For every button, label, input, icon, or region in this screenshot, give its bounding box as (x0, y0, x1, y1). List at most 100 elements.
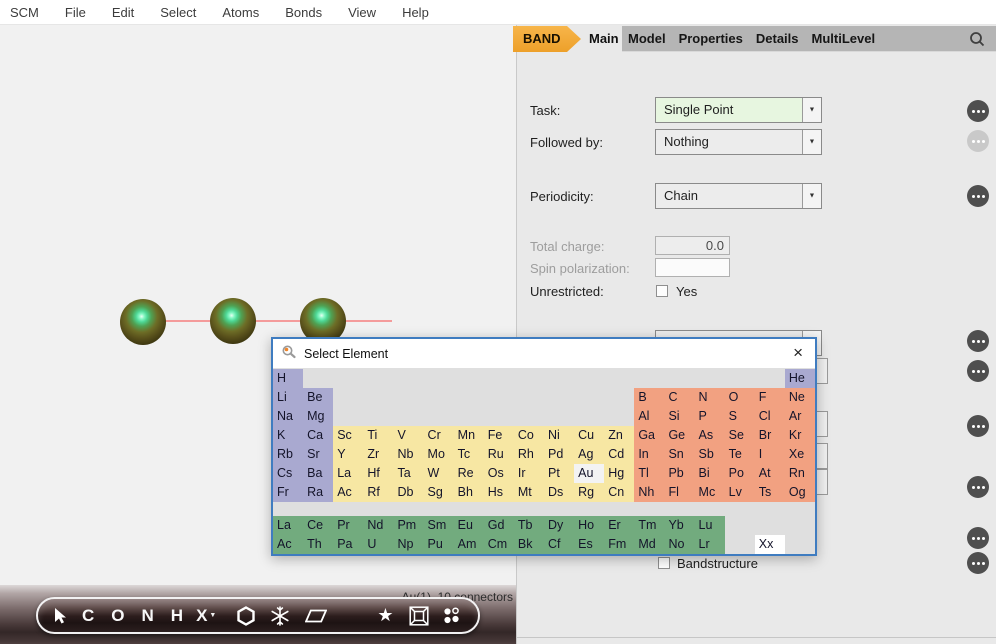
gold-atom-1[interactable] (120, 299, 166, 345)
search-icon[interactable] (968, 30, 986, 51)
element-Al[interactable]: Al (634, 407, 664, 426)
element-Kr[interactable]: Kr (785, 426, 815, 445)
bandstructure-checkbox[interactable] (658, 557, 670, 569)
element-Ac[interactable]: Ac (273, 535, 303, 554)
element-Ba[interactable]: Ba (303, 464, 333, 483)
dropdown-arrow-icon[interactable] (802, 130, 821, 154)
element-Fe[interactable]: Fe (484, 426, 514, 445)
close-icon[interactable]: × (793, 342, 803, 364)
plane-icon[interactable] (305, 608, 327, 624)
task-more-options-button[interactable] (967, 100, 989, 122)
element-Pm[interactable]: Pm (393, 516, 423, 535)
element-Sr[interactable]: Sr (303, 445, 333, 464)
element-Ru[interactable]: Ru (484, 445, 514, 464)
element-Eu[interactable]: Eu (454, 516, 484, 535)
element-Ga[interactable]: Ga (634, 426, 664, 445)
menu-item-view[interactable]: View (348, 5, 376, 20)
element-Cl[interactable]: Cl (755, 407, 785, 426)
gold-atom-2[interactable] (210, 298, 256, 344)
element-Cd[interactable]: Cd (604, 445, 634, 464)
menu-item-file[interactable]: File (65, 5, 86, 20)
element-La[interactable]: La (273, 516, 303, 535)
element-Mc[interactable]: Mc (695, 483, 725, 502)
menu-item-bonds[interactable]: Bonds (285, 5, 322, 20)
element-I[interactable]: I (755, 445, 785, 464)
element-He[interactable]: He (785, 369, 815, 388)
element-Hf[interactable]: Hf (363, 464, 393, 483)
element-Si[interactable]: Si (664, 407, 694, 426)
snowflake-icon[interactable] (270, 606, 290, 626)
tab-model[interactable]: Model (628, 31, 666, 46)
element-Bk[interactable]: Bk (514, 535, 544, 554)
element-Rg[interactable]: Rg (574, 483, 604, 502)
element-Es[interactable]: Es (574, 535, 604, 554)
spin-polarization-input[interactable] (655, 258, 730, 277)
element-Rn[interactable]: Rn (785, 464, 815, 483)
element-Xx[interactable]: Xx (755, 535, 785, 554)
element-Tb[interactable]: Tb (514, 516, 544, 535)
element-Ho[interactable]: Ho (574, 516, 604, 535)
element-Ge[interactable]: Ge (664, 426, 694, 445)
element-Ni[interactable]: Ni (544, 426, 574, 445)
dropdown-arrow-icon[interactable] (802, 184, 821, 208)
element-Co[interactable]: Co (514, 426, 544, 445)
element-B[interactable]: B (634, 388, 664, 407)
element-Rf[interactable]: Rf (363, 483, 393, 502)
element-Tm[interactable]: Tm (634, 516, 664, 535)
element-Y[interactable]: Y (333, 445, 363, 464)
element-Mg[interactable]: Mg (303, 407, 333, 426)
element-Cu[interactable]: Cu (574, 426, 604, 445)
element-F[interactable]: F (755, 388, 785, 407)
x-dropdown-caret-icon[interactable] (209, 608, 216, 626)
element-Ne[interactable]: Ne (785, 388, 815, 407)
element-S[interactable]: S (725, 407, 755, 426)
element-Cf[interactable]: Cf (544, 535, 574, 554)
element-Sb[interactable]: Sb (695, 445, 725, 464)
element-Sn[interactable]: Sn (664, 445, 694, 464)
menu-item-help[interactable]: Help (402, 5, 429, 20)
element-P[interactable]: P (695, 407, 725, 426)
element-Sc[interactable]: Sc (333, 426, 363, 445)
element-Mo[interactable]: Mo (424, 445, 454, 464)
element-Ti[interactable]: Ti (363, 426, 393, 445)
element-Cr[interactable]: Cr (424, 426, 454, 445)
more-options-button[interactable] (967, 415, 989, 437)
tab-multilevel[interactable]: MultiLevel (812, 31, 876, 46)
element-No[interactable]: No (664, 535, 694, 554)
element-C[interactable]: C (664, 388, 694, 407)
tab-main[interactable]: Main (589, 25, 619, 52)
element-Ts[interactable]: Ts (755, 483, 785, 502)
element-Pr[interactable]: Pr (333, 516, 363, 535)
element-As[interactable]: As (695, 426, 725, 445)
molecule-dots-icon[interactable] (442, 606, 462, 626)
more-options-button[interactable] (967, 330, 989, 352)
menu-item-scm[interactable]: SCM (10, 5, 39, 20)
more-options-button[interactable] (967, 360, 989, 382)
element-Fl[interactable]: Fl (664, 483, 694, 502)
element-Au[interactable]: Au (574, 464, 604, 483)
menu-item-atoms[interactable]: Atoms (222, 5, 259, 20)
element-Re[interactable]: Re (454, 464, 484, 483)
element-Bi[interactable]: Bi (695, 464, 725, 483)
followed-by-dropdown[interactable]: Nothing (655, 129, 822, 155)
add-element-x-button[interactable]: X (196, 606, 216, 626)
tab-details[interactable]: Details (756, 31, 799, 46)
periodicity-dropdown[interactable]: Chain (655, 183, 822, 209)
element-Nb[interactable]: Nb (393, 445, 423, 464)
element-Hs[interactable]: Hs (484, 483, 514, 502)
element-Se[interactable]: Se (725, 426, 755, 445)
element-Br[interactable]: Br (755, 426, 785, 445)
element-Am[interactable]: Am (454, 535, 484, 554)
element-Md[interactable]: Md (634, 535, 664, 554)
element-Mt[interactable]: Mt (514, 483, 544, 502)
element-Pu[interactable]: Pu (424, 535, 454, 554)
element-Ce[interactable]: Ce (303, 516, 333, 535)
element-At[interactable]: At (755, 464, 785, 483)
element-Og[interactable]: Og (785, 483, 815, 502)
element-Rb[interactable]: Rb (273, 445, 303, 464)
element-Be[interactable]: Be (303, 388, 333, 407)
element-Sm[interactable]: Sm (424, 516, 454, 535)
add-oxygen-button[interactable]: O (111, 606, 124, 626)
element-K[interactable]: K (273, 426, 303, 445)
total-charge-input[interactable]: 0.0 (655, 236, 730, 255)
